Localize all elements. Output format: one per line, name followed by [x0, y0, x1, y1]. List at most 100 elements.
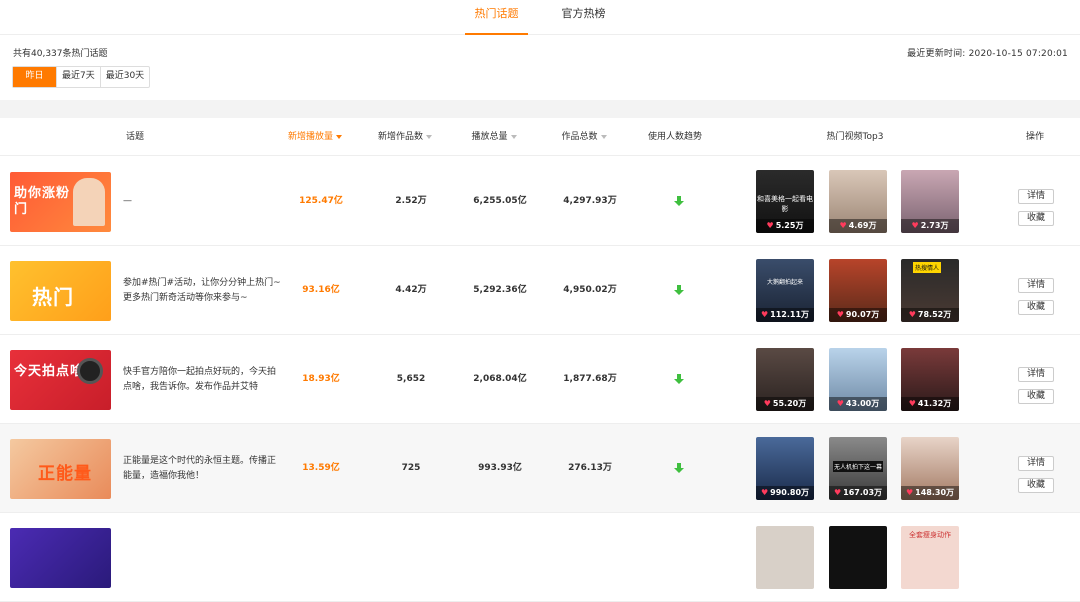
like-count-value: 55.20万	[772, 399, 807, 408]
heart-icon: ♥	[908, 399, 916, 408]
top-video-thumbnail[interactable]: 大鹅翻拍起来 ♥ 112.11万	[756, 259, 814, 322]
detail-button[interactable]: 详情	[1018, 278, 1054, 293]
new-plays-value: 18.93亿	[302, 374, 340, 384]
col-top3: 热门视频Top3	[826, 132, 884, 142]
like-count: ♥ 90.07万	[829, 308, 887, 322]
heart-icon: ♥	[763, 399, 771, 408]
table-row: 全套瘦身动作	[0, 513, 1080, 602]
favorite-button[interactable]: 收藏	[1018, 478, 1054, 493]
col-new-works-label: 新增作品数	[377, 132, 423, 142]
divider-band	[0, 100, 1080, 118]
top-tabs: 热门话题 官方热榜	[0, 0, 1080, 35]
top-video-thumbnail[interactable]: ♥ 4.69万	[829, 170, 887, 233]
topic-thumbnail-text: 热门	[32, 285, 74, 309]
topic-thumbnail[interactable]: 今天拍点啥?	[10, 350, 111, 410]
total-plays-value: 993.93亿	[478, 463, 522, 473]
top-video-thumbnail[interactable]: 热搜情人 ♥ 78.52万	[901, 259, 959, 322]
total-works-value: 276.13万	[568, 463, 612, 473]
col-total-plays-label: 播放总量	[471, 132, 508, 142]
video-caption: 无人机拍下这一幕	[833, 461, 883, 472]
topic-thumbnail[interactable]: 正能量	[10, 439, 111, 499]
range-yesterday[interactable]: 昨日	[13, 67, 57, 87]
col-trend: 使用人数趋势	[647, 132, 702, 142]
like-count-value: 41.32万	[917, 399, 952, 408]
trend-down-icon	[674, 285, 684, 295]
sort-icon	[426, 134, 432, 139]
like-count-value: 2.73万	[920, 221, 949, 230]
table-row: 助你涨粉 上热门 — 125.47亿 2.52万 6,255.05亿 4,297…	[0, 157, 1080, 246]
heart-icon: ♥	[839, 221, 847, 230]
like-count: ♥ 5.25万	[756, 219, 814, 233]
topic-thumbnail-text: 正能量	[38, 464, 92, 484]
like-count-value: 148.30万	[915, 488, 955, 497]
favorite-button[interactable]: 收藏	[1018, 300, 1054, 315]
heart-icon: ♥	[760, 310, 769, 319]
topic-thumbnail[interactable]: 助你涨粉 上热门	[10, 172, 111, 232]
heart-icon: ♥	[836, 399, 844, 408]
sort-icon	[600, 134, 607, 139]
detail-button[interactable]: 详情	[1018, 189, 1054, 204]
like-count: ♥ 43.00万	[829, 397, 887, 411]
favorite-button[interactable]: 收藏	[1018, 389, 1054, 404]
tab-hot-topics[interactable]: 热门话题	[465, 0, 528, 35]
top-video-thumbnail[interactable]: ♥ 148.30万	[901, 437, 959, 500]
top-video-thumbnail[interactable]: 和喜美格一起看电影 ♥ 5.25万	[756, 170, 814, 233]
top-video-thumbnail[interactable]: ♥ 55.20万	[756, 348, 814, 411]
table-header: 话题 新增播放量 新增作品数 播放总量 作品总数 使用人数趋势 热门视频Top3…	[0, 118, 1080, 156]
video-caption: 热搜情人	[913, 262, 942, 273]
like-count-value: 5.25万	[775, 221, 804, 230]
like-count-value: 78.52万	[917, 310, 952, 319]
like-count: ♥ 78.52万	[901, 308, 959, 322]
table-row: 正能量 正能量是这个时代的永恒主题。传播正能量，造福你我他！ 13.59亿 72…	[0, 424, 1080, 513]
top-video-thumbnail[interactable]: ♥ 2.73万	[901, 170, 959, 233]
top-video-thumbnail[interactable]	[829, 526, 887, 589]
date-range-selector: 昨日 最近7天 最近30天	[12, 66, 151, 88]
like-count: ♥ 55.20万	[756, 397, 814, 411]
tab-official-ranking[interactable]: 官方热榜	[552, 0, 615, 35]
new-works-value: 725	[401, 463, 421, 473]
like-count: ♥ 990.80万	[756, 486, 814, 500]
top-video-thumbnail[interactable]: 全套瘦身动作	[901, 526, 959, 589]
trend-down-icon	[674, 374, 684, 384]
like-count-value: 112.11万	[770, 310, 810, 319]
top-video-thumbnail[interactable]: ♥ 990.80万	[756, 437, 814, 500]
video-caption: 大鹅翻拍起来	[766, 279, 803, 286]
person-illustration	[73, 178, 105, 226]
topic-thumbnail[interactable]: 热门	[10, 261, 111, 321]
top-video-thumbnail[interactable]: ♥ 43.00万	[829, 348, 887, 411]
top-video-thumbnail[interactable]	[756, 526, 814, 589]
detail-button[interactable]: 详情	[1018, 367, 1054, 382]
total-works-value: 1,877.68万	[563, 374, 617, 384]
trend-down-icon	[674, 196, 684, 206]
new-plays-value: 125.47亿	[299, 196, 343, 206]
top-video-thumbnail[interactable]: 无人机拍下这一幕 ♥ 167.03万	[829, 437, 887, 500]
total-plays-value: 6,255.05亿	[473, 196, 527, 206]
col-new-works[interactable]: 新增作品数	[370, 118, 440, 156]
sort-down-icon	[336, 134, 342, 139]
like-count-value: 90.07万	[845, 310, 880, 319]
heart-icon: ♥	[911, 221, 919, 230]
total-works-value: 4,297.93万	[563, 196, 617, 206]
sort-icon	[510, 134, 517, 139]
col-topic: 话题	[125, 132, 144, 142]
total-plays-value: 5,292.36亿	[473, 285, 527, 295]
favorite-button[interactable]: 收藏	[1018, 211, 1054, 226]
col-total-works-label: 作品总数	[561, 132, 598, 142]
col-new-plays[interactable]: 新增播放量	[280, 118, 350, 156]
range-30-days[interactable]: 最近30天	[101, 67, 149, 87]
top-video-thumbnail[interactable]: ♥ 41.32万	[901, 348, 959, 411]
like-count: ♥ 2.73万	[901, 219, 959, 233]
video-caption: 全套瘦身动作	[909, 531, 951, 539]
range-7-days[interactable]: 最近7天	[57, 67, 101, 87]
heart-icon: ♥	[833, 488, 842, 497]
like-count-value: 4.69万	[848, 221, 877, 230]
topic-description: —	[123, 196, 132, 206]
top-video-thumbnail[interactable]: ♥ 90.07万	[829, 259, 887, 322]
topic-thumbnail[interactable]	[10, 528, 111, 588]
table-row: 热门 参加#热门#活动，让你分分钟上热门~更多热门新奇活动等你来参与~ 93.1…	[0, 246, 1080, 335]
col-total-plays[interactable]: 播放总量	[462, 118, 526, 156]
col-total-works[interactable]: 作品总数	[552, 118, 616, 156]
topic-description: 快手官方陪你一起拍点好玩的，今天拍点啥，我告诉你。发布作品并艾特	[123, 366, 277, 392]
detail-button[interactable]: 详情	[1018, 456, 1054, 471]
new-works-value: 4.42万	[395, 285, 427, 295]
